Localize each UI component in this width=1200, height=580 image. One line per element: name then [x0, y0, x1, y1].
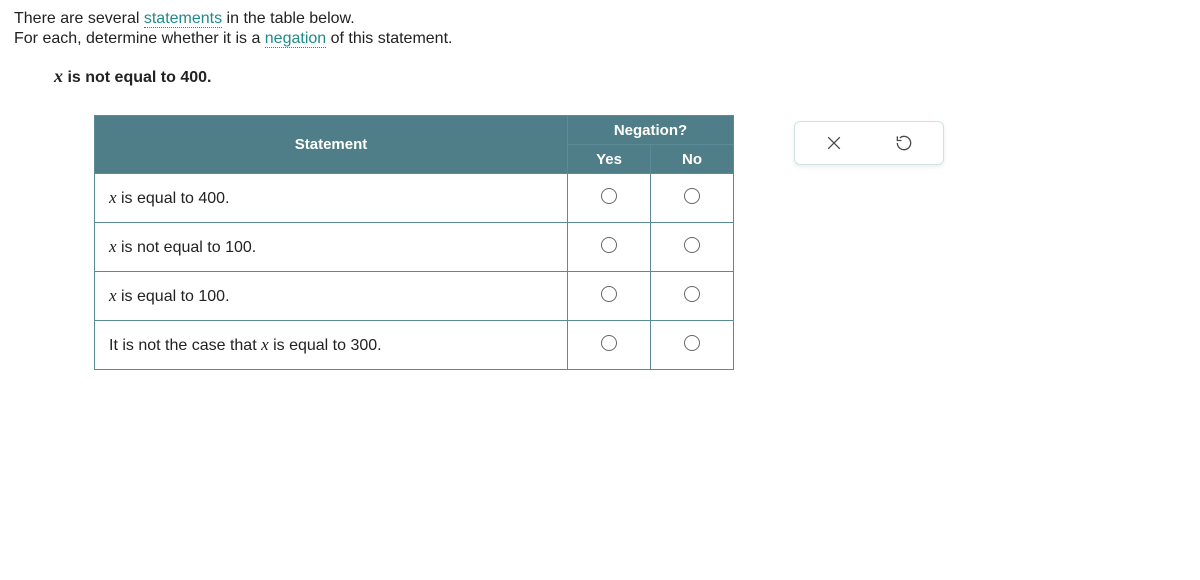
- link-negation[interactable]: negation: [265, 30, 326, 48]
- statement-cell: x is equal to 100.: [95, 272, 568, 321]
- table-row: x is equal to 400.: [95, 174, 734, 223]
- statement-cell: x is equal to 400.: [95, 174, 568, 223]
- col-header-yes: Yes: [568, 145, 651, 174]
- intro-line-1: There are several statements in the tabl…: [14, 10, 1186, 28]
- col-header-no: No: [651, 145, 734, 174]
- radio-yes[interactable]: [601, 335, 617, 351]
- radio-no[interactable]: [684, 188, 700, 204]
- table-row: x is not equal to 100.: [95, 223, 734, 272]
- main-statement: x is not equal to 400.: [54, 66, 1186, 87]
- table-row: It is not the case that x is equal to 30…: [95, 321, 734, 370]
- radio-no[interactable]: [684, 286, 700, 302]
- reset-icon[interactable]: [893, 132, 915, 154]
- link-statements[interactable]: statements: [144, 10, 222, 28]
- close-icon[interactable]: [823, 132, 845, 154]
- radio-yes[interactable]: [601, 188, 617, 204]
- intro-line-2: For each, determine whether it is a nega…: [14, 30, 1186, 48]
- radio-yes[interactable]: [601, 237, 617, 253]
- col-header-statement: Statement: [95, 116, 568, 174]
- radio-yes[interactable]: [601, 286, 617, 302]
- col-header-negation: Negation?: [568, 116, 734, 145]
- statement-cell: x is not equal to 100.: [95, 223, 568, 272]
- radio-no[interactable]: [684, 237, 700, 253]
- radio-no[interactable]: [684, 335, 700, 351]
- table-row: x is equal to 100.: [95, 272, 734, 321]
- negation-table: Statement Negation? Yes No x is equal to…: [94, 115, 734, 370]
- action-panel: [794, 121, 944, 165]
- statement-cell: It is not the case that x is equal to 30…: [95, 321, 568, 370]
